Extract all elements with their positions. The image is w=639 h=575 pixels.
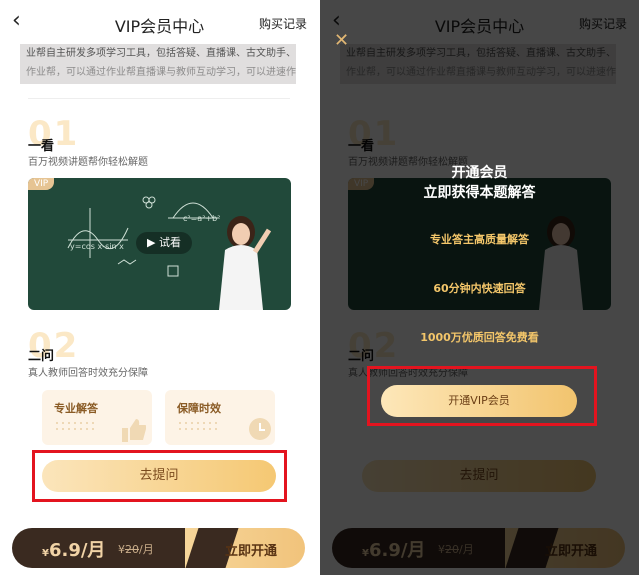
- old-price-unit: /月: [139, 543, 154, 556]
- right-screen: ‹ VIP会员中心 购买记录 业帮自主研发多项学习工具，包括答疑、直播课、古文助…: [320, 0, 639, 575]
- bottom-purchase-bar: ¥6.9/月 ¥20/月 立即开通: [12, 528, 305, 568]
- card-label: 专业解答: [54, 402, 98, 415]
- step-subtitle-ask: 真人教师回答时效充分保障: [28, 368, 148, 379]
- divider: [28, 98, 290, 99]
- intro-text: 业帮自主研发多项学习工具，包括答疑、直播课、古文助手、 作业帮，可以通过作业帮直…: [20, 44, 296, 84]
- price-unit: /月: [80, 540, 106, 561]
- old-currency: ¥: [118, 543, 125, 556]
- popup-title: 开通会员: [451, 165, 508, 181]
- intro-line-1: 业帮自主研发多项学习工具，包括答疑、直播课、古文助手、: [26, 48, 296, 59]
- old-price-value: 20: [125, 543, 139, 556]
- price-value: 6.9: [48, 540, 81, 561]
- intro-line-2: 作业帮，可以通过作业帮直播课与教师互动学习，可以进速作: [26, 67, 296, 78]
- step-title-ask: 二问: [28, 349, 55, 364]
- buy-now-button[interactable]: 立即开通: [225, 540, 277, 559]
- popup-feature-2: 60分钟内快速回答: [433, 282, 526, 295]
- dots-decoration: [177, 420, 217, 434]
- membership-popup-overlay: ✕ 开通会员 立即获得本题解答 专业答主高质量解答 60分钟内快速回答 1000…: [320, 0, 639, 575]
- play-label: 试看: [158, 236, 181, 249]
- clock-icon: [249, 418, 271, 440]
- play-icon: ▶: [147, 236, 156, 249]
- card-professional: 专业解答: [42, 390, 152, 445]
- feature-cards: 专业解答 保障时效: [42, 390, 277, 445]
- video-preview[interactable]: VIP y=cos x-sin x c²=a²+b² ▶ 试看: [28, 178, 291, 310]
- popup-feature-3: 1000万优质回答免费看: [420, 331, 539, 344]
- formula-cos: y=cos x-sin x: [70, 242, 124, 251]
- teacher-illustration: [219, 216, 271, 310]
- popup-feature-1: 专业答主高质量解答: [430, 233, 529, 246]
- highlight-box: [367, 366, 597, 426]
- original-price: ¥20/月: [118, 541, 154, 557]
- current-price: ¥6.9/月: [42, 536, 105, 562]
- card-timeliness: 保障时效: [165, 390, 275, 445]
- purchase-records-link[interactable]: 购买记录: [259, 15, 307, 32]
- currency-symbol: ¥: [42, 548, 49, 559]
- card-label: 保障时效: [177, 402, 221, 415]
- thumbs-up-icon: [122, 419, 146, 442]
- step-subtitle-look: 百万视频讲题帮你轻松解题: [28, 157, 148, 168]
- left-screen: ‹ VIP会员中心 购买记录 业帮自主研发多项学习工具，包括答疑、直播课、古文助…: [0, 0, 319, 575]
- play-button[interactable]: ▶ 试看: [136, 232, 192, 254]
- dots-decoration: [54, 420, 94, 434]
- vip-page: ‹ VIP会员中心 购买记录 业帮自主研发多项学习工具，包括答疑、直播课、古文助…: [0, 0, 319, 575]
- popup-subtitle: 立即获得本题解答: [423, 185, 536, 201]
- highlight-box: [32, 450, 287, 502]
- nav-bar: ‹ VIP会员中心 购买记录: [0, 0, 319, 46]
- close-icon[interactable]: ✕: [334, 30, 349, 51]
- step-title-look: 一看: [28, 139, 55, 154]
